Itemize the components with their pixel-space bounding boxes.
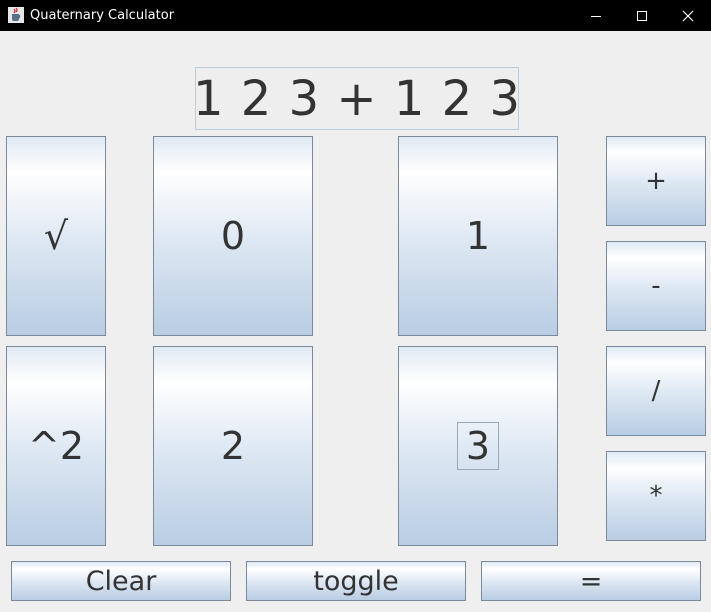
sqrt-button[interactable]: √ <box>6 136 106 336</box>
multiply-button[interactable]: * <box>606 451 706 541</box>
add-button[interactable]: + <box>606 136 706 226</box>
minimize-button[interactable] <box>573 0 619 31</box>
close-icon <box>682 10 694 21</box>
maximize-icon <box>637 10 647 21</box>
clear-button[interactable]: Clear <box>11 561 231 601</box>
subtract-button[interactable]: - <box>606 241 706 331</box>
digit-2-button[interactable]: 2 <box>153 346 313 546</box>
calculator-panel: 1 2 3 + 1 2 3 √ 0 1 ^2 2 3 + - / * Clear… <box>1 31 710 611</box>
digit-3-button[interactable]: 3 <box>398 346 558 546</box>
expression-display: 1 2 3 + 1 2 3 <box>193 67 520 130</box>
square-button[interactable]: ^2 <box>6 346 106 546</box>
digit-3-label: 3 <box>465 424 491 468</box>
java-cup-icon <box>8 7 24 23</box>
equals-button[interactable]: = <box>481 561 701 601</box>
minimize-icon <box>591 15 601 17</box>
toggle-button[interactable]: toggle <box>246 561 466 601</box>
close-button[interactable] <box>665 0 711 31</box>
focus-indicator: 3 <box>456 422 500 470</box>
divide-button[interactable]: / <box>606 346 706 436</box>
maximize-button[interactable] <box>619 0 665 31</box>
window-title: Quaternary Calculator <box>30 8 175 23</box>
digit-1-button[interactable]: 1 <box>398 136 558 336</box>
digit-0-button[interactable]: 0 <box>153 136 313 336</box>
title-bar: Quaternary Calculator <box>0 0 711 31</box>
